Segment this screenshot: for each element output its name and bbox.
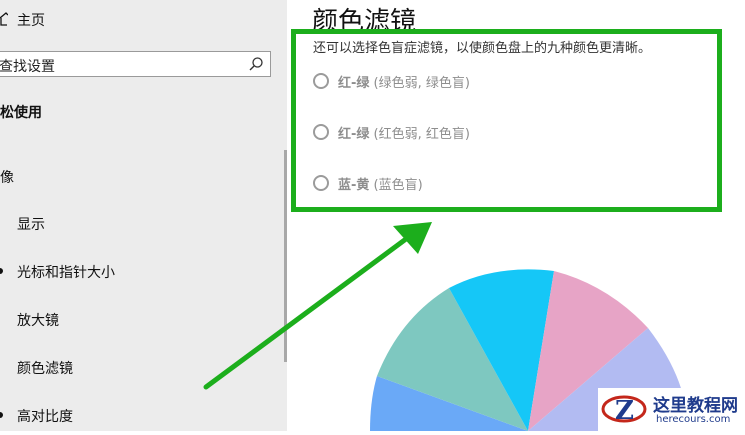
watermark-title: 这里教程网 [653,396,738,416]
annotation-highlight-box [291,29,722,212]
watermark-url: herecours.com [656,414,731,425]
annotation-arrow-line [203,233,413,390]
annotation-arrow-head [393,222,432,254]
svg-text:Z: Z [615,396,634,426]
watermark-logo-icon: Z [601,395,647,426]
